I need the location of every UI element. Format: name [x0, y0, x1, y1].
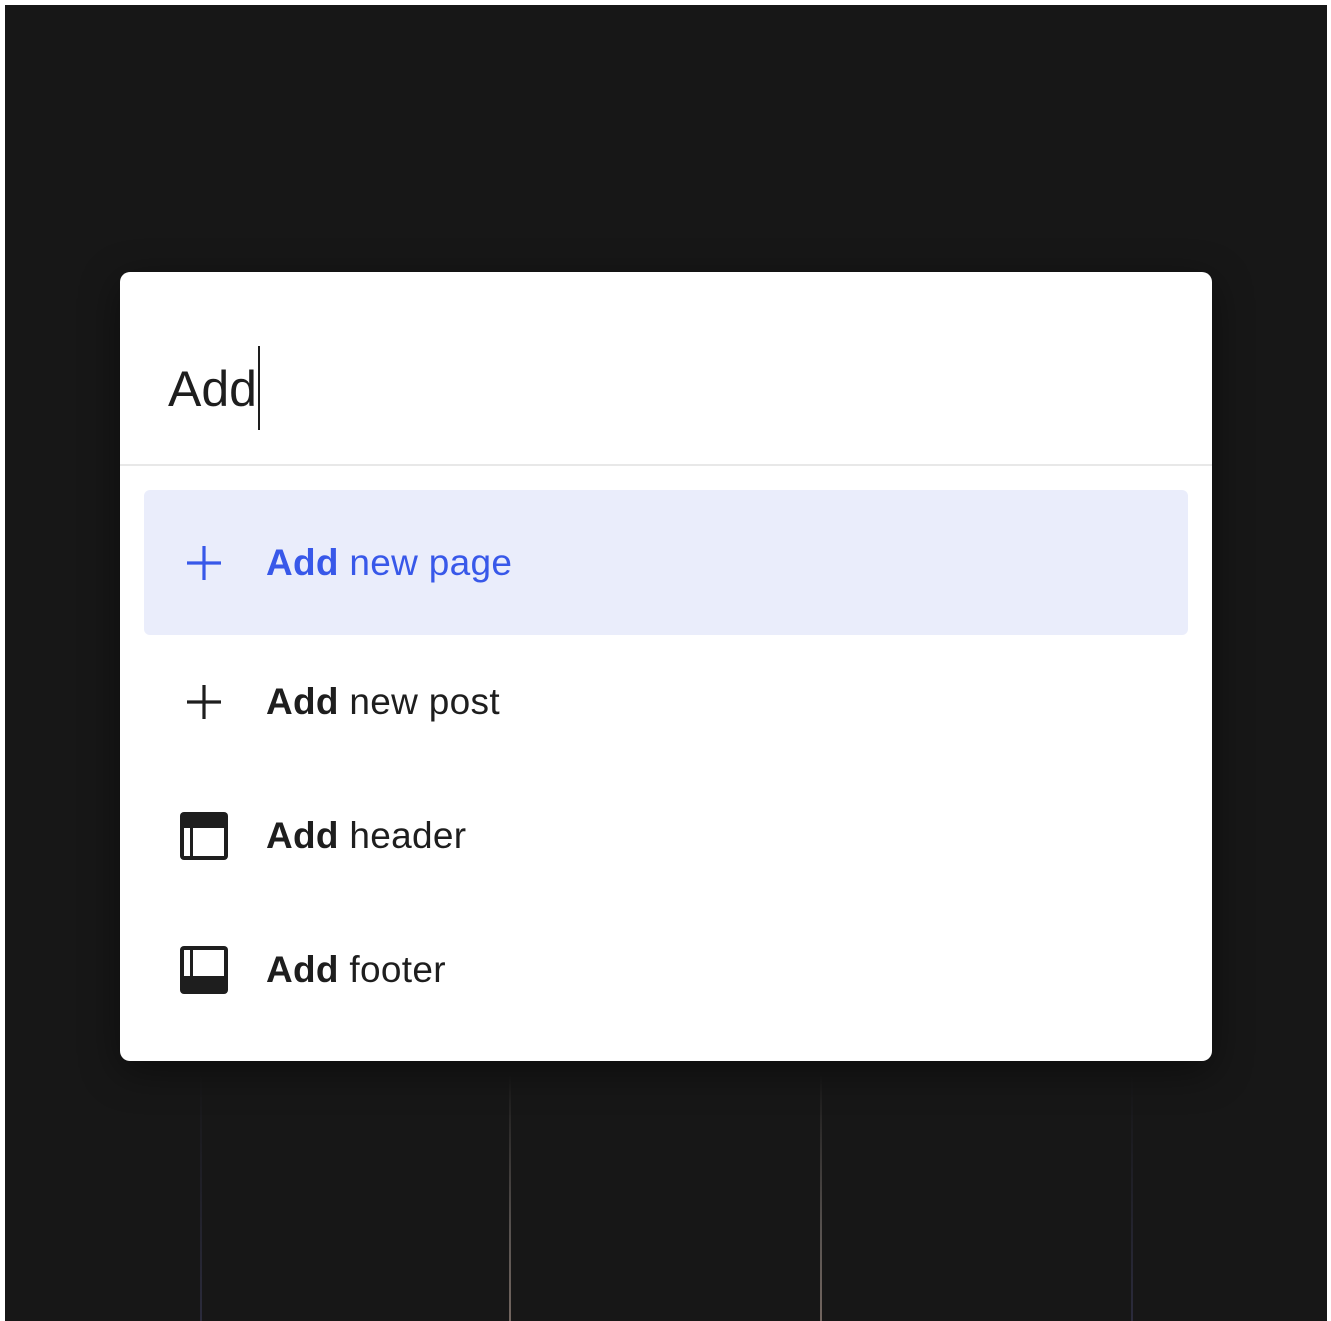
background-line — [1131, 1075, 1133, 1321]
command-search-row: Add — [120, 272, 1212, 466]
header-layout-icon — [180, 812, 228, 860]
result-add-footer[interactable]: Add footer — [144, 903, 1188, 1037]
background-line — [820, 1075, 822, 1321]
command-search-value: Add — [168, 361, 257, 417]
command-results-list: Add new page Add new post Add header Add… — [144, 490, 1188, 1037]
result-add-new-page[interactable]: Add new page — [144, 490, 1188, 635]
result-label-match: Add — [266, 815, 339, 856]
background-line — [200, 1075, 202, 1321]
result-label: Add footer — [266, 948, 446, 992]
result-label-match: Add — [266, 949, 339, 990]
command-palette: Add Add new page Add new post Add header… — [120, 272, 1212, 1061]
result-add-header[interactable]: Add header — [144, 769, 1188, 903]
result-label: Add new page — [266, 541, 512, 585]
result-label-rest: new post — [338, 681, 500, 722]
result-add-new-post[interactable]: Add new post — [144, 635, 1188, 769]
result-label-match: Add — [266, 681, 339, 722]
result-label-match: Add — [266, 541, 339, 583]
command-search-input[interactable]: Add — [168, 346, 260, 430]
result-label-rest: new page — [338, 541, 513, 583]
result-label-rest: footer — [338, 949, 446, 990]
result-label-rest: header — [338, 815, 467, 856]
plus-icon — [180, 539, 228, 587]
plus-icon — [180, 678, 228, 726]
footer-layout-icon — [180, 946, 228, 994]
text-caret — [257, 346, 260, 430]
result-label: Add header — [266, 814, 466, 858]
result-label: Add new post — [266, 680, 500, 724]
background-line — [509, 1075, 511, 1321]
